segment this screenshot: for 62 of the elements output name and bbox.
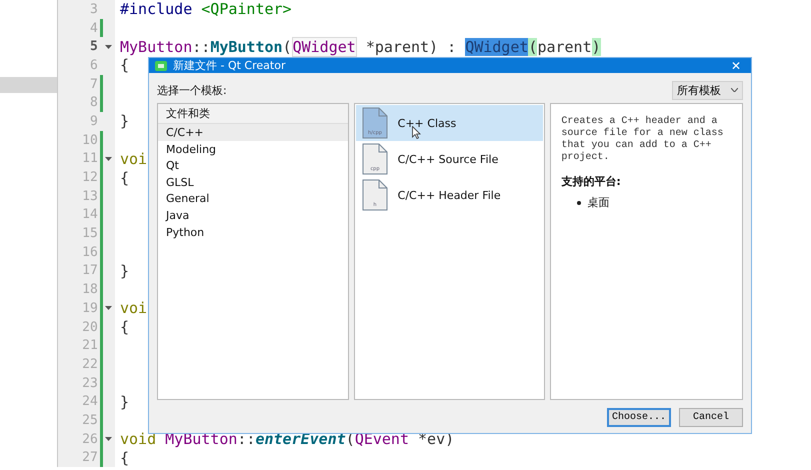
line-number: 21 xyxy=(81,338,99,354)
line-number: 24 xyxy=(81,394,99,410)
line-number: 20 xyxy=(81,320,99,335)
category-item[interactable]: General xyxy=(158,190,348,207)
dialog-button[interactable]: Cancel xyxy=(679,408,743,427)
line-number: 13 xyxy=(81,188,99,204)
line-number: 12 xyxy=(81,170,99,186)
filter-dropdown[interactable]: 所有模板 xyxy=(672,80,743,100)
close-button[interactable]: ✕ xyxy=(727,58,745,72)
line-number: 23 xyxy=(81,376,99,391)
platform-item: 桌面 xyxy=(587,195,610,210)
fold-arrow-icon[interactable] xyxy=(105,437,112,442)
line-number: 16 xyxy=(81,244,99,260)
line-number: 7 xyxy=(89,76,99,92)
dialog-button[interactable]: Choose... xyxy=(607,408,671,427)
code-line: } xyxy=(119,112,130,130)
line-number: 17 xyxy=(81,263,99,278)
line-number: 6 xyxy=(89,58,99,73)
line-number: 8 xyxy=(89,95,99,110)
side-panel-strip xyxy=(0,77,57,93)
code-line: { xyxy=(119,448,130,467)
code-line: { xyxy=(119,318,130,336)
mouse-cursor-icon xyxy=(412,126,421,139)
prompt-label: 选择一个模板: xyxy=(157,82,227,98)
line-number: 27 xyxy=(81,450,99,466)
line-number: 15 xyxy=(81,226,99,242)
line-number: 10 xyxy=(81,132,99,148)
chevron-icon xyxy=(731,88,738,92)
fold-arrow-icon[interactable] xyxy=(105,156,112,161)
line-number: 26 xyxy=(81,432,99,447)
line-number: 4 xyxy=(89,20,99,36)
fold-arrow-icon[interactable] xyxy=(105,44,112,49)
code-line: voi xyxy=(119,299,148,318)
code-line: #include <QPainter> xyxy=(119,0,292,18)
line-number: 11 xyxy=(81,151,99,166)
fold-arrow-icon[interactable] xyxy=(105,306,112,310)
code-line: { xyxy=(119,168,130,187)
code-line: } xyxy=(119,392,130,411)
code-line: voi xyxy=(119,150,148,168)
category-item[interactable]: Qt xyxy=(158,157,348,174)
window-title: 新建文件 - Qt Creator xyxy=(173,58,286,73)
line-number: 22 xyxy=(81,356,99,372)
line-number: 25 xyxy=(81,412,99,428)
code-line: } xyxy=(119,262,130,280)
line-number: 14 xyxy=(81,207,99,222)
line-number: 3 xyxy=(89,2,99,17)
category-item[interactable]: C/C++ xyxy=(158,124,348,141)
description-text: Creates a C++ header and a source file for a new class that you can add to a C++ project. xyxy=(561,116,724,164)
line-number: 18 xyxy=(81,282,99,298)
category-item[interactable]: Python xyxy=(158,224,348,240)
category-item[interactable]: Modeling xyxy=(158,140,348,158)
code-line: { xyxy=(119,56,130,74)
app-logo-icon xyxy=(155,60,167,70)
bullet-icon xyxy=(577,200,582,204)
category-item[interactable]: Java xyxy=(158,206,348,224)
code-line: MyButton::MyButton(QWidget *parent) : QWidget(parent) xyxy=(119,38,601,56)
platforms-heading: 支持的平台: xyxy=(561,174,622,189)
category-item[interactable]: GLSL xyxy=(158,174,348,190)
line-number: 5 xyxy=(89,39,99,54)
line-number: 9 xyxy=(89,114,99,129)
line-number: 19 xyxy=(81,300,99,316)
list-header: 文件和类 xyxy=(158,104,348,124)
